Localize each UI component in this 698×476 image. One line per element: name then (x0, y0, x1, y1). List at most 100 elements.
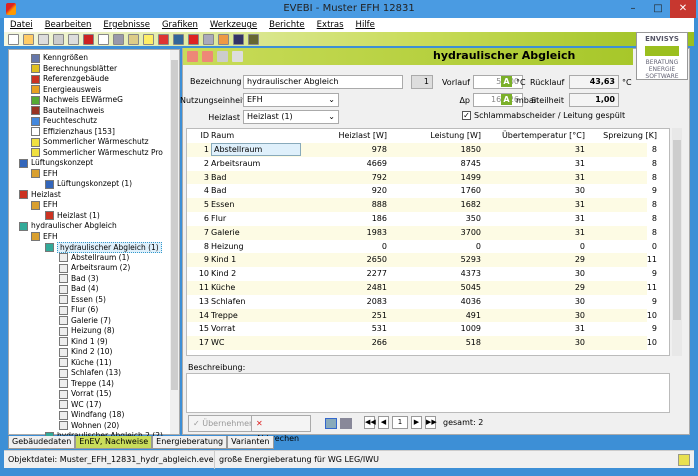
tree-item[interactable]: Referenzgebäude (31, 74, 109, 85)
table-cell[interactable]: Bad (211, 171, 301, 185)
column-header[interactable]: Spreizung [K] (587, 129, 657, 143)
tree-item[interactable]: Lüftungskonzept (19, 158, 93, 169)
tab-3[interactable]: Varianten (227, 436, 274, 449)
tree-item[interactable]: Feuchteschutz (31, 116, 97, 127)
tree-item[interactable]: Treppe (14) (59, 379, 114, 390)
table-icon[interactable] (113, 33, 124, 45)
tree-item[interactable]: Kind 2 (10) (59, 347, 112, 358)
table-row[interactable]: 10 Kind 2 2277 4373 30 9 (187, 267, 657, 281)
tree-item[interactable]: hydraulischer Abgleich (19, 221, 117, 232)
tree-item[interactable]: Vorrat (15) (59, 389, 112, 400)
remove-icon[interactable] (202, 51, 213, 62)
column-header[interactable]: Raum (211, 129, 301, 143)
tree-item[interactable]: Heizlast (1) (45, 211, 100, 222)
copy-icon[interactable] (217, 51, 228, 62)
ventilation-icon[interactable] (173, 33, 184, 45)
tree-item[interactable]: Arbeitsraum (2) (59, 263, 130, 274)
tree-item[interactable]: WC (17) (59, 400, 101, 411)
tree-item[interactable]: Bauteilnachweis (31, 106, 104, 117)
table-row[interactable]: 13 Schlafen 2083 4036 30 9 (187, 295, 657, 309)
menu-ergebnisse[interactable]: Ergebnisse (103, 18, 150, 32)
table-row[interactable]: 15 Vorrat 531 1009 31 9 (187, 322, 657, 336)
tree-item[interactable]: Galerie (7) (59, 316, 111, 327)
add-icon[interactable] (187, 51, 198, 62)
last-page-button[interactable]: ▶▶ (425, 416, 437, 429)
print-icon[interactable] (53, 33, 64, 45)
next-page-button[interactable]: ▶ (411, 416, 422, 429)
heizlast-select[interactable]: Heizlast (1) ⌄ (243, 110, 339, 124)
table-cell[interactable]: Arbeitsraum (211, 157, 301, 171)
menu-werkzeuge[interactable]: Werkzeuge (210, 18, 257, 32)
power-icon[interactable] (188, 33, 199, 45)
tree-item[interactable]: Energieausweis (31, 85, 102, 96)
tab-1[interactable]: EnEV, Nachweise (75, 436, 153, 449)
table-scrollbar[interactable] (672, 128, 682, 356)
tree-item[interactable]: Sommerlicher Wärmeschutz (31, 137, 149, 148)
tree-item[interactable]: Wohnen (20) (59, 421, 119, 432)
check-icon[interactable] (83, 33, 94, 45)
menu-datei[interactable]: Datei (10, 18, 33, 32)
table-cell[interactable]: Abstellraum (211, 143, 301, 156)
table-row[interactable]: 1 Abstellraum 978 1850 31 8 (187, 143, 657, 157)
menu-grafiken[interactable]: Grafiken (162, 18, 198, 32)
paste-icon[interactable] (68, 33, 79, 45)
tree-item[interactable]: Essen (5) (59, 295, 106, 306)
wizard-icon[interactable] (128, 33, 139, 45)
table-cell[interactable]: WC (211, 336, 301, 350)
tree-item[interactable]: Heizlast (19, 190, 61, 201)
dp-auto-button[interactable]: A (501, 94, 512, 105)
table-cell[interactable]: Vorrat (211, 322, 301, 336)
tree-item[interactable]: EFH (31, 232, 58, 243)
table-cell[interactable]: Kind 2 (211, 267, 301, 281)
close-button[interactable]: ✕ (670, 0, 696, 18)
table-row[interactable]: 8 Heizung 0 0 0 0 (187, 240, 657, 254)
tree-item[interactable]: Berechnungsblätter (31, 64, 117, 75)
schlamm-checkbox[interactable]: ✓ (462, 111, 471, 120)
table-view-icon[interactable] (340, 418, 352, 429)
tab-2[interactable]: Energieberatung (152, 436, 228, 449)
open-folder-icon[interactable] (23, 33, 34, 45)
help-icon[interactable] (233, 33, 244, 45)
table-row[interactable]: 3 Bad 792 1499 31 8 (187, 170, 657, 185)
heat-icon[interactable] (158, 33, 169, 45)
column-header[interactable]: ID (191, 129, 209, 143)
tree-item[interactable]: Bad (3) (59, 274, 99, 285)
nutzungseinheit-select[interactable]: EFH ⌄ (243, 93, 339, 107)
table-cell[interactable]: Galerie (211, 226, 301, 240)
tree-item[interactable]: Schlafen (13) (59, 368, 121, 379)
table-cell[interactable]: Schlafen (211, 295, 301, 309)
tree-item[interactable]: Nachweis EEWärmeG (31, 95, 123, 106)
description-textarea[interactable] (186, 373, 670, 413)
menu-hilfe[interactable]: Hilfe (356, 18, 375, 32)
tree-item[interactable]: Kenngrößen (31, 53, 88, 64)
chart-icon[interactable] (678, 454, 690, 466)
minimize-button[interactable]: – (620, 0, 646, 18)
page-input[interactable]: 1 (392, 416, 408, 429)
tree-item[interactable]: Abstellraum (1) (59, 253, 129, 264)
tree-item[interactable]: Kind 1 (9) (59, 337, 108, 348)
table-row[interactable]: 7 Galerie 1983 3700 31 8 (187, 225, 657, 240)
table-row[interactable]: 2 Arbeitsraum 4669 8745 31 8 (187, 157, 657, 171)
tree-item[interactable]: EFH (31, 200, 58, 211)
apply-button[interactable]: ✓ Übernehmen (188, 415, 260, 432)
tree-item[interactable]: Heizung (8) (59, 326, 115, 337)
tree-item[interactable]: Sommerlicher Wärmeschutz Pro (31, 148, 163, 159)
sun-icon[interactable] (143, 33, 154, 45)
tree-item[interactable]: Windfang (18) (59, 410, 124, 421)
tab-0[interactable]: Gebäudedaten (8, 436, 76, 449)
copy-icon[interactable] (38, 33, 49, 45)
column-header[interactable]: Übertemperatur [°C] (487, 129, 585, 143)
tree-item[interactable]: hydraulischer Abgleich (1) (45, 241, 162, 253)
cancel-button[interactable]: ✕ Abbrechen (251, 415, 311, 443)
table-cell[interactable]: Kind 1 (211, 253, 301, 267)
table-row[interactable]: 17 WC 266 518 30 10 (187, 336, 657, 350)
bezeichnung-input[interactable]: hydraulischer Abgleich (243, 75, 403, 89)
chart-icon[interactable] (218, 33, 229, 45)
home-icon[interactable] (98, 33, 109, 45)
menu-extras[interactable]: Extras (317, 18, 344, 32)
table-cell[interactable]: Heizung (211, 240, 301, 254)
vorlauf-auto-button[interactable]: A (501, 76, 512, 87)
table-row[interactable]: 4 Bad 920 1760 30 9 (187, 184, 657, 198)
first-page-button[interactable]: ◀◀ (364, 416, 376, 429)
table-row[interactable]: 6 Flur 186 350 31 8 (187, 212, 657, 226)
